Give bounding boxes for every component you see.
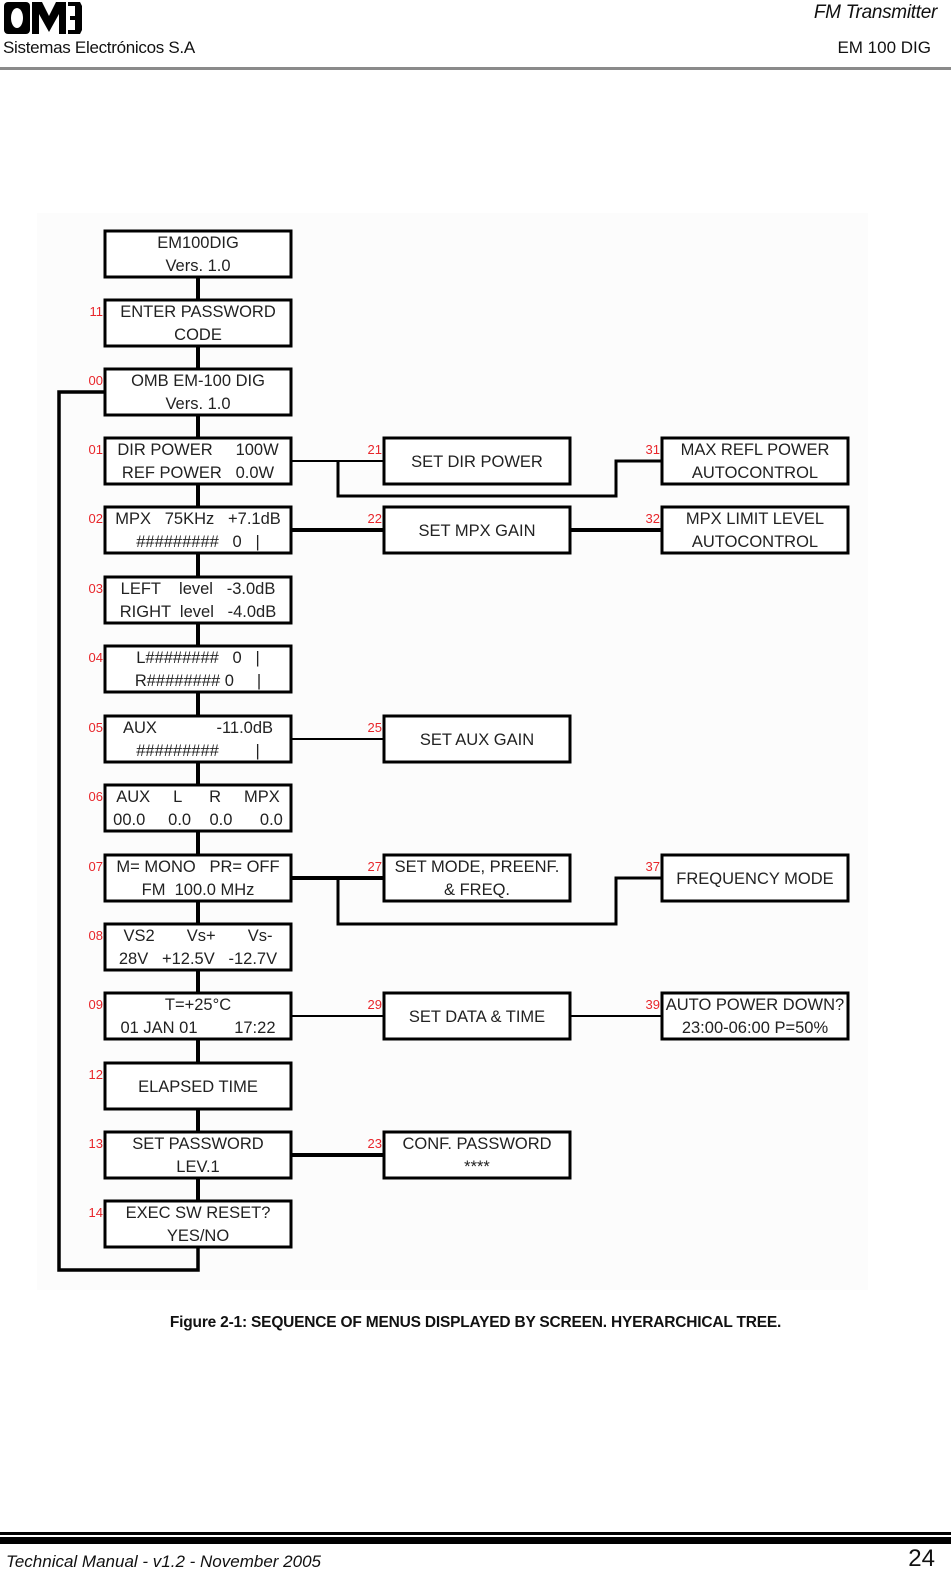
menu-line: AUX L R MPX xyxy=(116,788,280,806)
menu-box-37: 37 FREQUENCY MODE xyxy=(646,853,850,903)
menu-line: EM100DIG xyxy=(157,234,239,252)
menu-code-label: 25 xyxy=(368,720,382,735)
menu-code-label: 02 xyxy=(89,511,103,526)
menu-line: 23:00-06:00 P=50% xyxy=(682,1019,829,1037)
menu-code-label: 31 xyxy=(646,442,660,457)
menu-line: 01 JAN 01 17:22 xyxy=(120,1019,275,1037)
menu-box-13: 13 SET PASSWORD LEV.1 xyxy=(89,1130,293,1180)
menu-box-23: 23 CONF. PASSWORD **** xyxy=(368,1130,572,1180)
menu-code-label: 08 xyxy=(89,928,103,943)
menu-line: & FREQ. xyxy=(444,881,510,899)
menu-line: AUTO POWER DOWN? xyxy=(666,996,844,1014)
menu-line: AUTOCONTROL xyxy=(692,533,818,551)
menu-line: ENTER PASSWORD xyxy=(120,303,276,321)
menu-line: LEV.1 xyxy=(176,1158,219,1176)
menu-line: L######## 0 | xyxy=(136,649,260,667)
menu-box-25: 25 SET AUX GAIN xyxy=(368,714,572,764)
menu-box-12: 12 ELAPSED TIME xyxy=(89,1061,293,1111)
menu-line: DIR POWER 100W xyxy=(117,441,279,459)
menu-line: SET MPX GAIN xyxy=(418,522,535,540)
menu-code-label: 37 xyxy=(646,859,660,874)
menu-code-label: 39 xyxy=(646,997,660,1012)
menu-line: OMB EM-100 DIG xyxy=(131,372,265,390)
menu-line: REF POWER 0.0W xyxy=(122,464,275,482)
menu-line: EXEC SW RESET? xyxy=(126,1204,271,1222)
menu-line: SET MODE, PREENF. xyxy=(395,858,560,876)
menu-code-label: 12 xyxy=(89,1067,103,1082)
menu-code-label: 00 xyxy=(89,373,103,388)
menu-line: RIGHT level -4.0dB xyxy=(120,603,277,621)
menu-code-label: 05 xyxy=(89,720,103,735)
menu-box-02: 02 MPX 75KHz +7.1dB ######### 0 | xyxy=(89,505,293,555)
menu-code-label: 29 xyxy=(368,997,382,1012)
menu-box-21: 21 SET DIR POWER xyxy=(368,436,572,486)
menu-box-39: 39 AUTO POWER DOWN? 23:00-06:00 P=50% xyxy=(646,991,850,1041)
menu-line: MPX 75KHz +7.1dB xyxy=(115,510,281,528)
footer-divider-thin xyxy=(0,1532,951,1535)
menu-line: FREQUENCY MODE xyxy=(676,870,833,888)
menu-code-label: 23 xyxy=(368,1136,382,1151)
menu-line: R######## 0 | xyxy=(135,672,261,690)
menu-box-27: 27 SET MODE, PREENF. & FREQ. xyxy=(368,853,572,903)
menu-code-label: 09 xyxy=(89,997,103,1012)
figure-caption: Figure 2-1: SEQUENCE OF MENUS DISPLAYED … xyxy=(169,1314,782,1331)
menu-line: CODE xyxy=(174,326,222,344)
menu-line: T=+25°C xyxy=(165,996,231,1014)
menu-box-04: 04 L######## 0 | R######## 0 | xyxy=(89,644,293,694)
menu-code-label: 13 xyxy=(89,1136,103,1151)
menu-code-label: 27 xyxy=(368,859,382,874)
menu-box-07: 07 M= MONO PR= OFF FM 100.0 MHz xyxy=(89,853,293,903)
menu-tree-diagram: EM100DIG Vers. 1.0 11 ENTER PASSWORD CODE 00 O… xyxy=(37,213,868,1290)
menu-box-00: 00 OMB EM-100 DIG Vers. 1.0 xyxy=(89,367,293,417)
footer-document-info: Technical Manual - v1.2 - November 2005 xyxy=(6,1552,321,1571)
menu-box-09: 09 T=+25°C 01 JAN 01 17:22 xyxy=(89,991,293,1041)
menu-box-29: 29 SET DATA & TIME xyxy=(368,991,572,1041)
menu-box-31: 31 MAX REFL POWER AUTOCONTROL xyxy=(646,436,850,486)
menu-line: SET PASSWORD xyxy=(132,1135,263,1153)
footer-divider-thick xyxy=(0,1537,951,1544)
menu-code-label: 14 xyxy=(89,1205,103,1220)
menu-code-label: 11 xyxy=(90,304,104,319)
menu-box-11: 11 ENTER PASSWORD CODE xyxy=(90,298,293,348)
menu-code-label: 01 xyxy=(89,442,103,457)
menu-box-32: 32 MPX LIMIT LEVEL AUTOCONTROL xyxy=(646,505,850,555)
menu-code-label: 21 xyxy=(368,442,382,457)
menu-line: VS2 Vs+ Vs- xyxy=(123,927,272,945)
menu-line: Vers. 1.0 xyxy=(165,257,230,275)
menu-code-label: 06 xyxy=(89,789,103,804)
menu-line: 28V +12.5V -12.7V xyxy=(119,950,277,968)
menu-line: MPX LIMIT LEVEL xyxy=(686,510,824,528)
menu-box-14: 14 EXEC SW RESET? YES/NO xyxy=(89,1199,293,1249)
menu-code-label: 07 xyxy=(89,859,103,874)
menu-line: SET DATA & TIME xyxy=(409,1008,545,1026)
menu-line: ######### | xyxy=(136,742,260,760)
menu-box-08: 08 VS2 Vs+ Vs- 28V +12.5V -12.7V xyxy=(89,922,293,972)
menu-code-label: 03 xyxy=(89,581,103,596)
menu-line: LEFT level -3.0dB xyxy=(121,580,276,598)
menu-code-label: 32 xyxy=(646,511,660,526)
menu-line: CONF. PASSWORD xyxy=(402,1135,551,1153)
menu-line: YES/NO xyxy=(167,1227,230,1245)
menu-box-06: 06 AUX L R MPX 00.0 0.0 0.0 0.0 xyxy=(89,783,293,833)
menu-line: ELAPSED TIME xyxy=(138,1078,258,1096)
menu-box-05: 05 AUX -11.0dB ######### | xyxy=(89,714,293,764)
menu-box-22: 22 SET MPX GAIN xyxy=(368,505,572,555)
menu-line: 00.0 0.0 0.0 0.0 xyxy=(113,811,283,829)
menu-line: SET AUX GAIN xyxy=(420,731,534,749)
menu-line: **** xyxy=(464,1158,490,1176)
menu-line: ######### 0 | xyxy=(136,533,260,551)
menu-line: M= MONO PR= OFF xyxy=(116,858,279,876)
page-number: 24 xyxy=(908,1545,935,1572)
menu-line: AUX -11.0dB xyxy=(123,719,273,737)
menu-line: FM 100.0 MHz xyxy=(142,881,255,899)
menu-line: MAX REFL POWER xyxy=(681,441,830,459)
menu-box-03: 03 LEFT level -3.0dB RIGHT level -4.0dB xyxy=(89,575,293,625)
menu-code-label: 22 xyxy=(368,511,382,526)
menu-line: SET DIR POWER xyxy=(411,453,543,471)
menu-box-splash: EM100DIG Vers. 1.0 xyxy=(103,229,293,279)
menu-line: Vers. 1.0 xyxy=(165,395,230,413)
menu-line: AUTOCONTROL xyxy=(692,464,818,482)
menu-box-01: 01 DIR POWER 100W REF POWER 0.0W xyxy=(89,436,293,486)
menu-code-label: 04 xyxy=(89,650,103,665)
